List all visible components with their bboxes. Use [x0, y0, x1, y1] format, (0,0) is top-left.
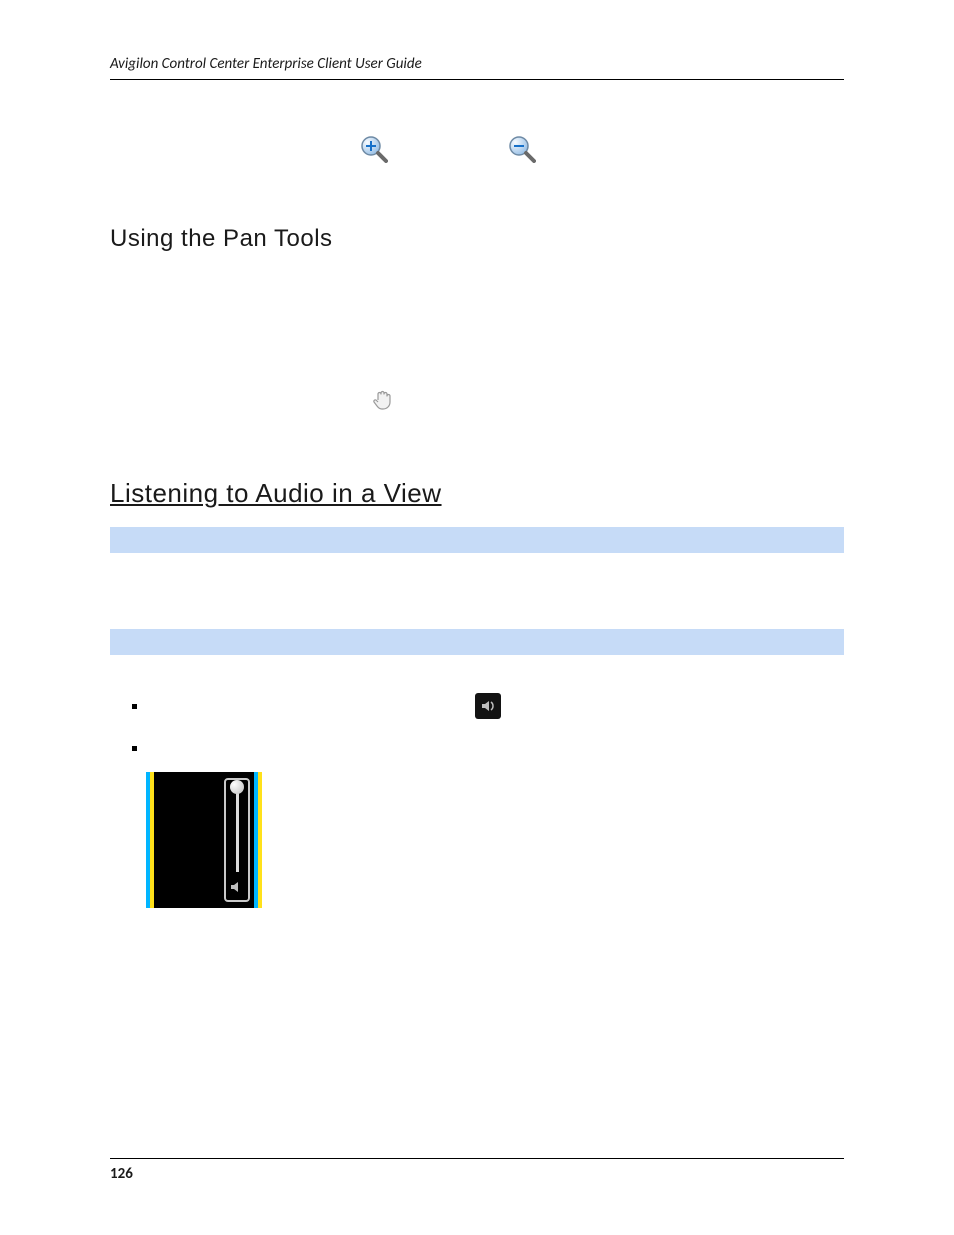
running-header: Avigilon Control Center Enterprise Clien…: [110, 55, 844, 80]
speaker-button-figure: [475, 693, 501, 719]
page-footer: 126: [110, 1158, 844, 1183]
volume-slider-figure: [146, 772, 262, 908]
pan-tool-row: [370, 387, 844, 418]
list-item: [132, 732, 844, 764]
figure-border: [150, 772, 154, 908]
slider-track: [236, 786, 239, 872]
spacer: [110, 567, 844, 629]
bullet-icon: [132, 704, 137, 709]
zoom-tools-row: [360, 135, 844, 163]
volume-slider: [224, 778, 250, 902]
document-page: Avigilon Control Center Enterprise Clien…: [0, 0, 954, 1235]
pan-hand-icon: [370, 399, 396, 418]
slider-knob: [230, 780, 244, 794]
list-item: [132, 690, 844, 722]
highlight-bar-2: [110, 629, 844, 655]
page-number: 126: [110, 1165, 133, 1183]
section-pan-tools-heading: Using the Pan Tools: [110, 225, 844, 253]
bullet-list: [132, 690, 844, 764]
spacer: [110, 283, 844, 361]
zoom-out-icon: [508, 135, 536, 163]
figure-border: [258, 772, 262, 908]
bullet-icon: [132, 746, 137, 751]
highlight-bar-1: [110, 527, 844, 553]
speaker-icon: [228, 878, 246, 896]
section-audio-heading: Listening to Audio in a View: [110, 478, 844, 509]
zoom-in-icon: [360, 135, 388, 163]
